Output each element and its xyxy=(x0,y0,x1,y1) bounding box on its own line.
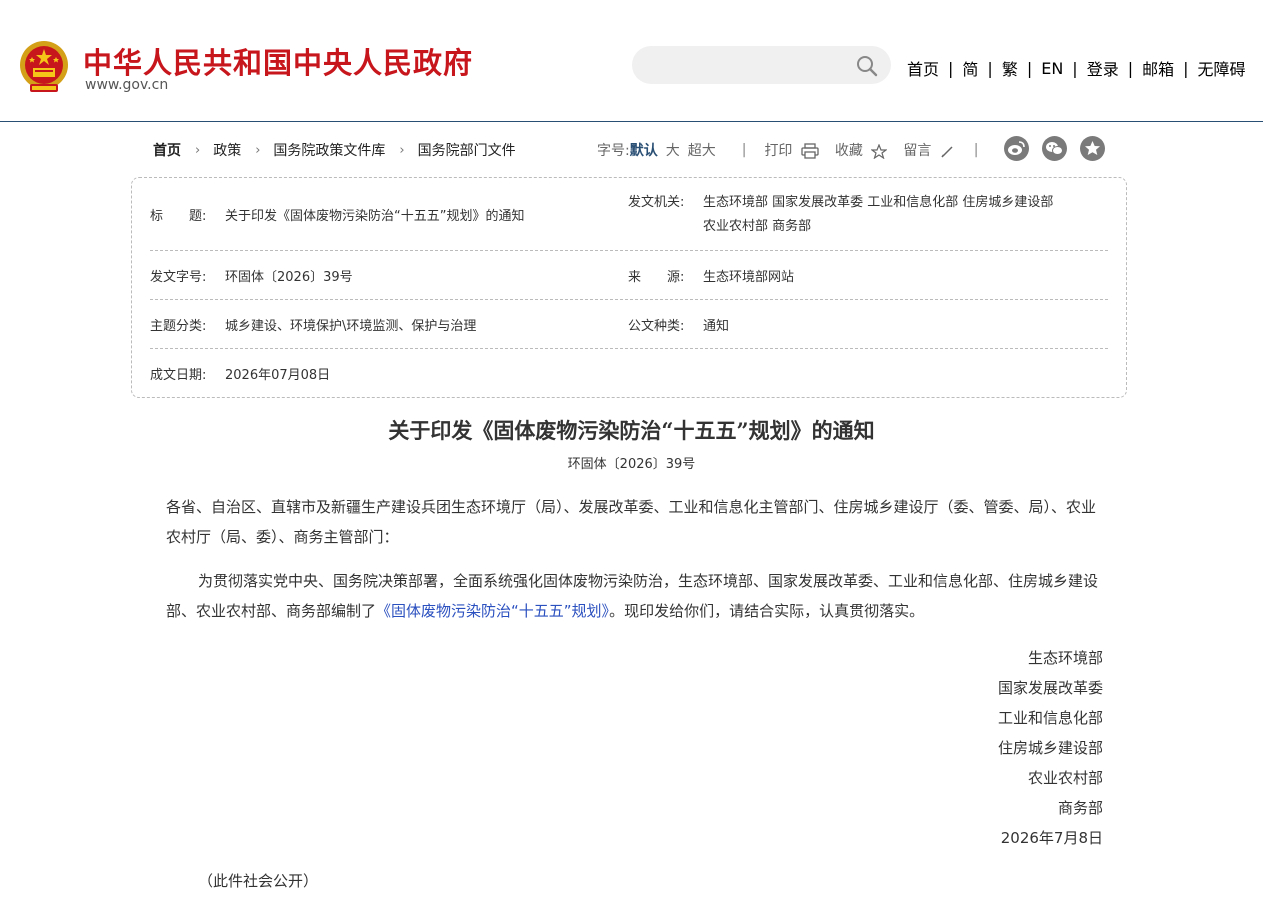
breadcrumb-home[interactable]: 首页 xyxy=(153,140,181,160)
signatory: 生态环境部 xyxy=(1027,649,1103,667)
nav-accessibility[interactable]: 无障碍 xyxy=(1198,56,1246,80)
comment-button[interactable]: 留言 xyxy=(903,140,953,160)
nav-traditional[interactable]: 繁 xyxy=(1002,56,1018,80)
plan-link[interactable]: 《固体废物污染防治“十五五”规划》 xyxy=(376,602,609,620)
font-size-xlarge-button[interactable]: 超大 xyxy=(688,140,716,160)
tools-separator: | xyxy=(741,142,747,158)
info-row: 主题分类: 城乡建设、环境保护\环境监测、保护与治理 公文种类: 通知 xyxy=(150,300,1108,349)
weibo-icon[interactable] xyxy=(1004,136,1029,161)
date-label: 成文日期: xyxy=(150,368,207,383)
search-icon[interactable] xyxy=(855,54,879,78)
signatory: 农业农村部 xyxy=(1027,769,1103,787)
nav-separator: | xyxy=(948,58,954,78)
title-label: 标 题: xyxy=(150,209,207,224)
signatory: 住房城乡建设部 xyxy=(997,739,1103,757)
body-text: 。现印发给你们，请结合实际，认真贯彻落实。 xyxy=(609,602,925,620)
signatory: 工业和信息化部 xyxy=(997,709,1103,727)
pencil-icon xyxy=(941,146,953,158)
issuer-value: 生态环境部 国家发展改革委 工业和信息化部 住房城乡建设部 xyxy=(703,195,1054,210)
date-value: 2026年07月08日 xyxy=(225,368,331,383)
nav-separator: | xyxy=(1072,58,1078,78)
search-input[interactable] xyxy=(632,46,891,84)
nav-mail[interactable]: 邮箱 xyxy=(1142,56,1174,80)
doctype-label: 公文种类: xyxy=(628,319,685,334)
docno-label: 发文字号: xyxy=(150,270,207,285)
font-size-large-button[interactable]: 大 xyxy=(666,140,680,160)
chevron-right-icon: › xyxy=(195,142,201,158)
info-row: 发文字号: 环固体〔2026〕39号 来 源: 生态环境部网站 xyxy=(150,251,1108,300)
favorite-label: 收藏 xyxy=(834,143,863,159)
star-outline-icon xyxy=(871,143,888,159)
signatory: 国家发展改革委 xyxy=(997,679,1103,697)
print-label: 打印 xyxy=(764,143,793,159)
info-row: 成文日期: 2026年07月08日 xyxy=(150,349,1108,398)
signatory: 商务部 xyxy=(1057,799,1103,817)
favorite-button[interactable]: 收藏 xyxy=(834,140,888,160)
print-icon xyxy=(801,143,819,159)
issuer-label: 发文机关: xyxy=(628,195,685,210)
site-url: www.gov.cn xyxy=(85,77,169,93)
source-label: 来 源: xyxy=(628,270,685,285)
body-paragraph: 为贯彻落实党中央、国务院决策部署，全面系统强化固体废物污染防治，生态环境部、国家… xyxy=(166,566,1106,626)
doctype-value: 通知 xyxy=(703,319,730,334)
nav-separator: | xyxy=(987,58,993,78)
site-title[interactable]: 中华人民共和国中央人民政府 xyxy=(83,40,473,82)
breadcrumb: 首页 › 政策 › 国务院政策文件库 › 国务院部门文件 xyxy=(153,140,516,160)
font-size-default-button[interactable]: 默认 xyxy=(630,140,658,160)
nav-separator: | xyxy=(1183,58,1189,78)
recipients-paragraph: 各省、自治区、直辖市及新疆生产建设兵团生态环境厅（局）、发展改革委、工业和信息化… xyxy=(166,498,1097,546)
document-info-box: 标 题: 关于印发《固体废物污染防治“十五五”规划》的通知 发文机关: 生态环境… xyxy=(131,177,1127,398)
chevron-right-icon: › xyxy=(255,142,261,158)
nav-home[interactable]: 首页 xyxy=(907,56,939,80)
top-navigation: 首页 | 简 | 繁 | EN | 登录 | 邮箱 | 无障碍 xyxy=(907,56,1246,80)
article-title: 关于印发《固体废物污染防治“十五五”规划》的通知 xyxy=(388,418,875,443)
nav-separator: | xyxy=(1127,58,1134,78)
docno-value: 环固体〔2026〕39号 xyxy=(225,270,353,285)
title-value: 关于印发《固体废物污染防治“十五五”规划》的通知 xyxy=(225,209,525,224)
public-note: （此件社会公开） xyxy=(198,872,319,890)
nav-separator: | xyxy=(1026,58,1033,78)
article-tools: 字号: 默认 大 超大 | 打印 收藏 留言 | xyxy=(597,140,979,160)
topic-value: 城乡建设、环境保护\环境监测、保护与治理 xyxy=(225,319,477,334)
source-value: 生态环境部网站 xyxy=(703,270,795,285)
article-doc-number: 环固体〔2026〕39号 xyxy=(567,457,696,472)
wechat-icon[interactable] xyxy=(1042,136,1067,161)
breadcrumb-policy-library[interactable]: 国务院政策文件库 xyxy=(273,140,385,160)
breadcrumb-dept-docs[interactable]: 国务院部门文件 xyxy=(418,140,516,160)
nav-simplified[interactable]: 简 xyxy=(962,56,978,80)
site-header: 中华人民共和国中央人民政府 www.gov.cn 首页 | 简 | 繁 | EN… xyxy=(0,0,1263,122)
sign-date: 2026年7月8日 xyxy=(1000,829,1103,847)
national-emblem-icon[interactable] xyxy=(18,40,70,95)
breadcrumb-policy[interactable]: 政策 xyxy=(213,140,241,160)
chevron-right-icon: › xyxy=(399,142,405,158)
nav-login[interactable]: 登录 xyxy=(1087,56,1119,80)
info-row: 标 题: 关于印发《固体废物污染防治“十五五”规划》的通知 发文机关: 生态环境… xyxy=(150,178,1108,251)
topic-label: 主题分类: xyxy=(150,319,207,334)
font-size-label: 字号: xyxy=(597,143,630,159)
comment-label: 留言 xyxy=(903,143,932,159)
tools-separator: | xyxy=(973,142,979,158)
favorite-star-icon[interactable] xyxy=(1080,136,1105,161)
print-button[interactable]: 打印 xyxy=(764,140,819,160)
issuer-value: 农业农村部 商务部 xyxy=(703,219,812,234)
nav-english[interactable]: EN xyxy=(1041,59,1063,78)
